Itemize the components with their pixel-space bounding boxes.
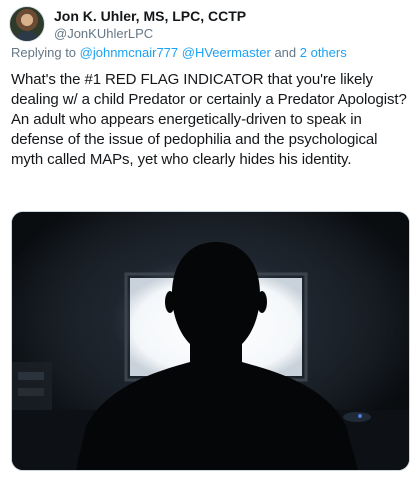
- replying-to-and: and: [270, 45, 300, 60]
- avatar[interactable]: [9, 6, 45, 42]
- silhouette-at-monitor-image: [12, 212, 409, 470]
- replying-to-label: Replying to: [11, 45, 80, 60]
- author-info: Jon K. Uhler, MS, LPC, CCTP @JonKUhlerLP…: [54, 8, 246, 42]
- mention-link[interactable]: @johnmcnair777: [80, 45, 178, 60]
- mention-link[interactable]: @HVeermaster: [182, 45, 271, 60]
- tweet[interactable]: Jon K. Uhler, MS, LPC, CCTP @JonKUhlerLP…: [0, 0, 419, 478]
- author-handle[interactable]: @JonKUhlerLPC: [54, 25, 246, 42]
- replying-to: Replying to @johnmcnair777 @HVeermaster …: [11, 44, 411, 61]
- author-name[interactable]: Jon K. Uhler, MS, LPC, CCTP: [54, 8, 246, 25]
- tweet-header: Jon K. Uhler, MS, LPC, CCTP @JonKUhlerLP…: [9, 6, 246, 42]
- tweet-image[interactable]: [11, 211, 410, 471]
- others-link[interactable]: 2 others: [300, 45, 347, 60]
- tweet-text: What's the #1 RED FLAG INDICATOR that yo…: [11, 71, 407, 168]
